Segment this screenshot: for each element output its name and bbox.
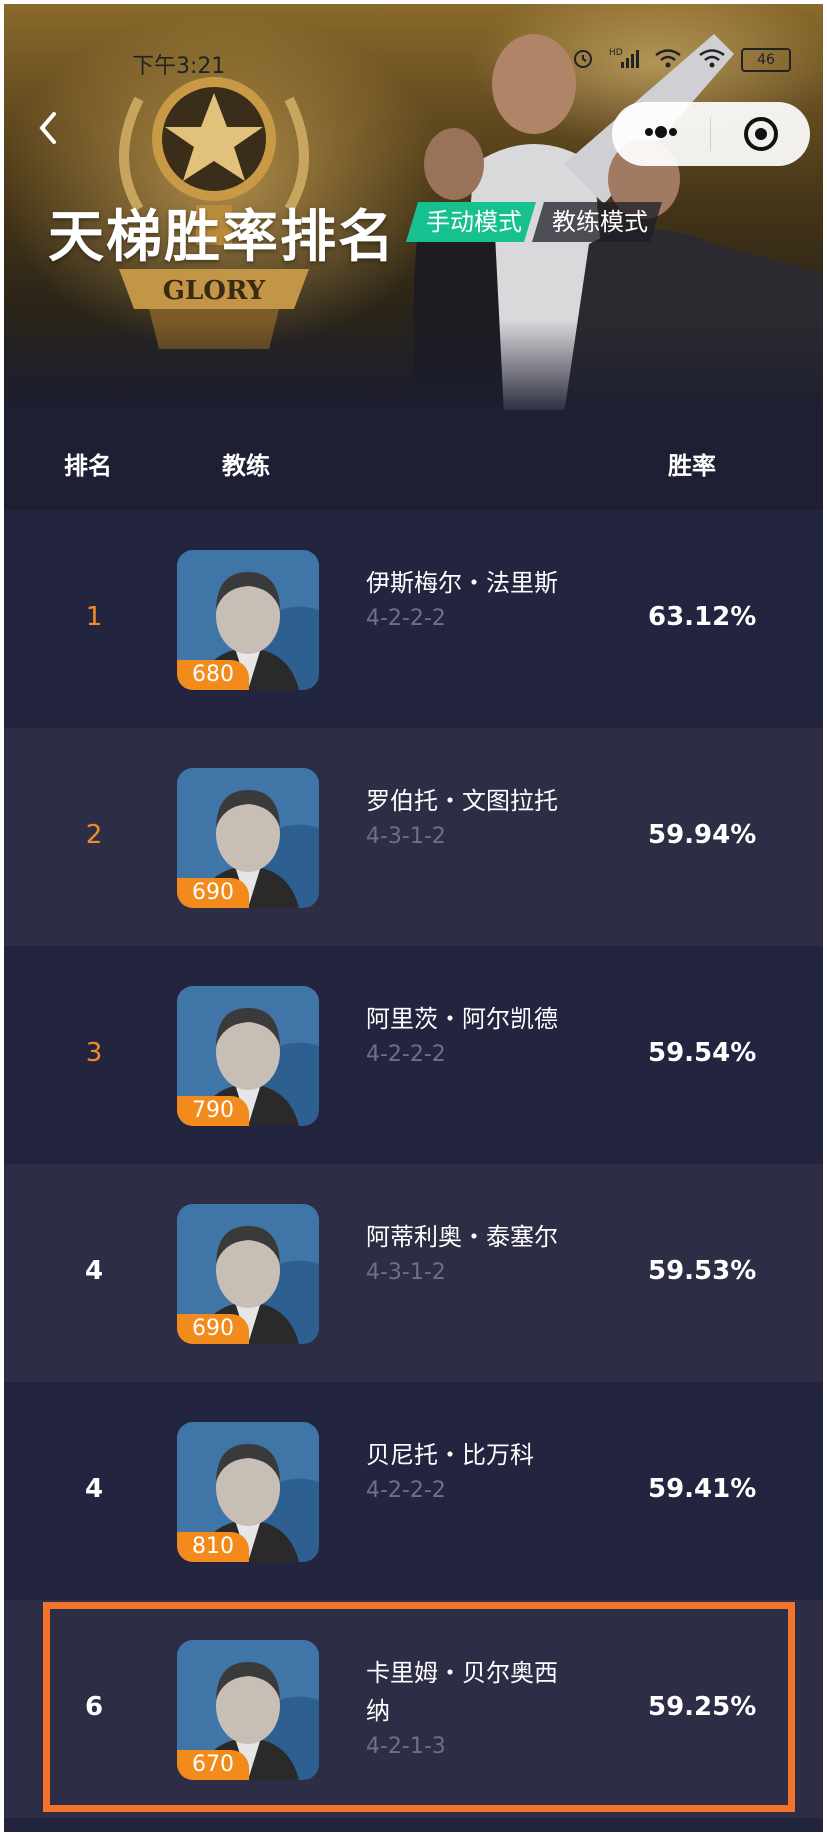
battery-indicator: 46 [741,48,791,72]
coach-rating-badge: 680 [177,660,249,690]
trophy-glory-label: GLORY [163,276,266,306]
more-menu-button[interactable] [612,124,710,144]
coach-name-text: 阿里茨・阿尔凯德 [366,1005,558,1033]
rank-number: 4 [84,1256,104,1286]
rank-number: 2 [85,820,103,850]
rank-number: 4 [84,1474,104,1504]
coach-avatar: 790 [177,986,319,1126]
coach-formation: 4-3-1-2 [366,824,446,849]
status-icons: HD 46 [571,46,791,74]
ranking-row[interactable]: 4 690 阿蒂利奥・泰塞尔 4-3-1-2 59.53% [4,1164,823,1382]
hero-fade [4,320,823,410]
rank-number: 1 [85,602,103,632]
coach-avatar: 690 [177,768,319,908]
hero-banner: GLORY 下午3:21 HD 46 天梯胜率排名 手动模式 教练模式 [4,4,823,410]
page-title: 天梯胜率排名 [48,205,396,270]
more-dots-icon [645,126,677,138]
coach-name: 阿里茨・阿尔凯德 4-2-2-2 [366,1000,566,1070]
win-rate: 59.25% [648,1692,757,1722]
ranking-row[interactable]: 2 690 罗伯托・文图拉托 4-3-1-2 59.94% [4,728,823,946]
mode-tabs: 手动模式 教练模式 [406,202,662,242]
column-winrate-header: 胜率 [668,452,716,480]
coach-name-text: 卡里姆・贝尔奥西纳 [366,1659,558,1725]
alarm-icon [571,46,595,74]
coach-name-text: 罗伯托・文图拉托 [366,787,558,815]
column-rank-header: 排名 [64,452,112,480]
tab-coach-mode[interactable]: 教练模式 [532,202,662,242]
win-rate: 59.54% [648,1038,757,1068]
coach-formation: 4-3-1-2 [366,1260,446,1285]
ranking-row[interactable]: 1 680 伊斯梅尔・法里斯 4-2-2-2 63.12% [4,510,823,728]
target-icon [743,117,778,151]
coach-avatar: 670 [177,1640,319,1780]
coach-avatar: 810 [177,1422,319,1562]
coach-avatar: 680 [177,550,319,690]
coach-formation: 4-2-1-3 [366,1734,446,1759]
ranking-row-current-user[interactable]: 6 670 卡里姆・贝尔奥西纳 4-2-1-3 59.25% [4,1600,823,1818]
win-rate: 63.12% [648,602,757,632]
win-rate: 59.53% [648,1256,757,1286]
coach-rating-badge: 690 [177,878,249,908]
coach-name-text: 阿蒂利奥・泰塞尔 [366,1223,558,1251]
coach-rating-badge: 670 [177,1750,249,1780]
win-rate: 59.41% [648,1474,757,1504]
miniprogram-capsule [612,102,810,166]
coach-name: 罗伯托・文图拉托 4-3-1-2 [366,782,566,852]
coach-formation: 4-2-2-2 [366,606,446,631]
coach-avatar: 690 [177,1204,319,1344]
tab-manual-mode[interactable]: 手动模式 [406,202,536,242]
coach-rating-badge: 690 [177,1314,249,1344]
wifi-icon [653,46,683,74]
coach-name-text: 伊斯梅尔・法里斯 [366,569,558,597]
back-button[interactable] [34,108,64,148]
coach-formation: 4-2-2-2 [366,1042,446,1067]
table-header: 排名 教练 胜率 [4,410,823,510]
close-miniprogram-button[interactable] [711,115,810,153]
ranking-row[interactable]: 3 790 阿里茨・阿尔凯德 4-2-2-2 59.54% [4,946,823,1164]
ranking-row[interactable]: 4 810 贝尼托・比万科 4-2-2-2 59.41% [4,1382,823,1600]
coach-name: 贝尼托・比万科 4-2-2-2 [366,1436,566,1506]
chevron-left-icon [39,112,56,144]
win-rate: 59.94% [648,820,757,850]
signal-icon: HD [609,46,639,74]
column-coach-header: 教练 [222,452,270,480]
coach-name: 阿蒂利奥・泰塞尔 4-3-1-2 [366,1218,566,1288]
rank-number: 3 [85,1038,103,1068]
coach-name: 卡里姆・贝尔奥西纳 4-2-1-3 [366,1654,566,1762]
status-time: 下午3:21 [132,54,226,79]
coach-rating-badge: 810 [177,1532,249,1562]
network-hd-label: HD [609,48,623,58]
rank-number: 6 [84,1692,104,1722]
coach-rating-badge: 790 [177,1096,249,1126]
ranking-list: 1 680 伊斯梅尔・法里斯 4-2-2-2 63.12% 2 690 罗伯托・… [4,510,823,1818]
ladder-ranking-screen: GLORY 下午3:21 HD 46 天梯胜率排名 手动模式 教练模式 排名 教… [4,4,823,1832]
coach-formation: 4-2-2-2 [366,1478,446,1503]
wifi-icon-secondary [697,46,727,74]
coach-name: 伊斯梅尔・法里斯 4-2-2-2 [366,564,566,634]
coach-name-text: 贝尼托・比万科 [366,1441,534,1469]
